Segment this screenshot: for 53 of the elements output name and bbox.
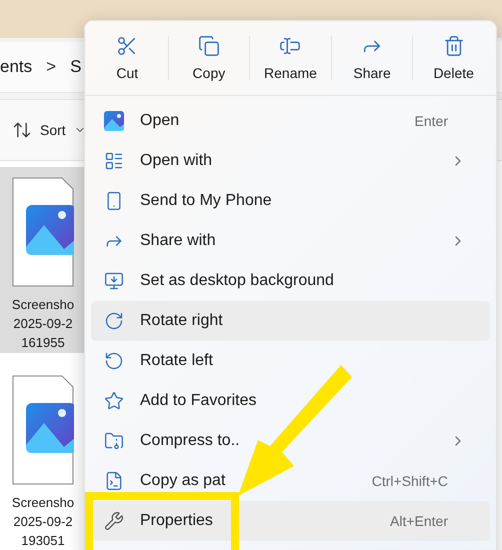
menu-item[interactable]: Properties Alt+Enter [91, 501, 490, 541]
menu-item[interactable]: Share with [91, 221, 490, 261]
file-tile[interactable]: Screensho 2025-09-2 193051 [0, 365, 86, 550]
image-file-icon [12, 375, 74, 485]
copy-icon [198, 35, 220, 57]
menu-item-label: Open [140, 112, 180, 130]
breadcrumb-item[interactable]: ents [0, 57, 32, 77]
menu-item-label: Send to My Phone [140, 192, 272, 210]
shortcut-text: Alt+Enter [390, 513, 448, 529]
menu-item[interactable]: Set as desktop background [91, 261, 490, 301]
archive-folder-icon [104, 431, 124, 451]
menu-item-label: Copy as pat [140, 472, 226, 490]
rename-icon [279, 35, 302, 57]
menu-item[interactable]: Rotate left [91, 341, 490, 381]
rotate-left-icon [104, 351, 124, 371]
menu-action-button[interactable]: Share [332, 28, 412, 88]
trash-icon [442, 35, 465, 57]
menu-item-label: Open with [140, 152, 212, 170]
image-file-icon [12, 177, 74, 287]
breadcrumb-item[interactable]: S [70, 57, 82, 77]
rotate-right-icon [104, 311, 124, 331]
photo-icon [104, 111, 124, 131]
wrench-icon [104, 511, 124, 531]
star-icon [104, 391, 124, 411]
app-list-icon [104, 151, 124, 171]
shortcut-text: Enter [414, 113, 448, 129]
menu-item-label: Compress to.. [140, 432, 240, 450]
path-icon [104, 471, 124, 491]
menu-action-button[interactable]: Delete [413, 28, 494, 88]
menu-item[interactable]: Rotate right [91, 301, 490, 341]
menu-item-label: Rotate left [140, 352, 213, 370]
menu-item-label: Properties [140, 512, 213, 530]
sort-icon [12, 120, 32, 140]
desktop-picture-icon [104, 271, 124, 291]
menu-item-label: Share with [140, 232, 216, 250]
breadcrumb-separator: > [46, 57, 56, 77]
file-name: Screensho 2025-09-2 161955 [12, 296, 74, 352]
menu-item[interactable]: Compress to.. [91, 421, 490, 461]
shortcut-text: Ctrl+Shift+C [372, 473, 448, 489]
sort-button[interactable]: Sort [8, 116, 90, 144]
menu-action-button[interactable]: Rename [250, 28, 331, 88]
menu-item-label: Set as desktop background [140, 272, 334, 290]
menu-item-label: Add to Favorites [140, 392, 256, 410]
file-tile[interactable]: Screensho 2025-09-2 161955 [0, 167, 86, 353]
menu-item[interactable]: Send to My Phone [91, 181, 490, 221]
file-name: Screensho 2025-09-2 193051 [12, 494, 74, 550]
menu-item[interactable]: Copy as pat Ctrl+Shift+C [91, 461, 490, 501]
menu-action-button[interactable]: Cut [87, 28, 168, 88]
menu-item-label: Rotate right [140, 312, 223, 330]
menu-action-button[interactable]: Copy [168, 28, 250, 88]
menu-item[interactable]: Open Enter [91, 101, 490, 141]
menu-item[interactable]: Add to Favorites [91, 381, 490, 421]
menu-item[interactable]: Open with [91, 141, 490, 181]
